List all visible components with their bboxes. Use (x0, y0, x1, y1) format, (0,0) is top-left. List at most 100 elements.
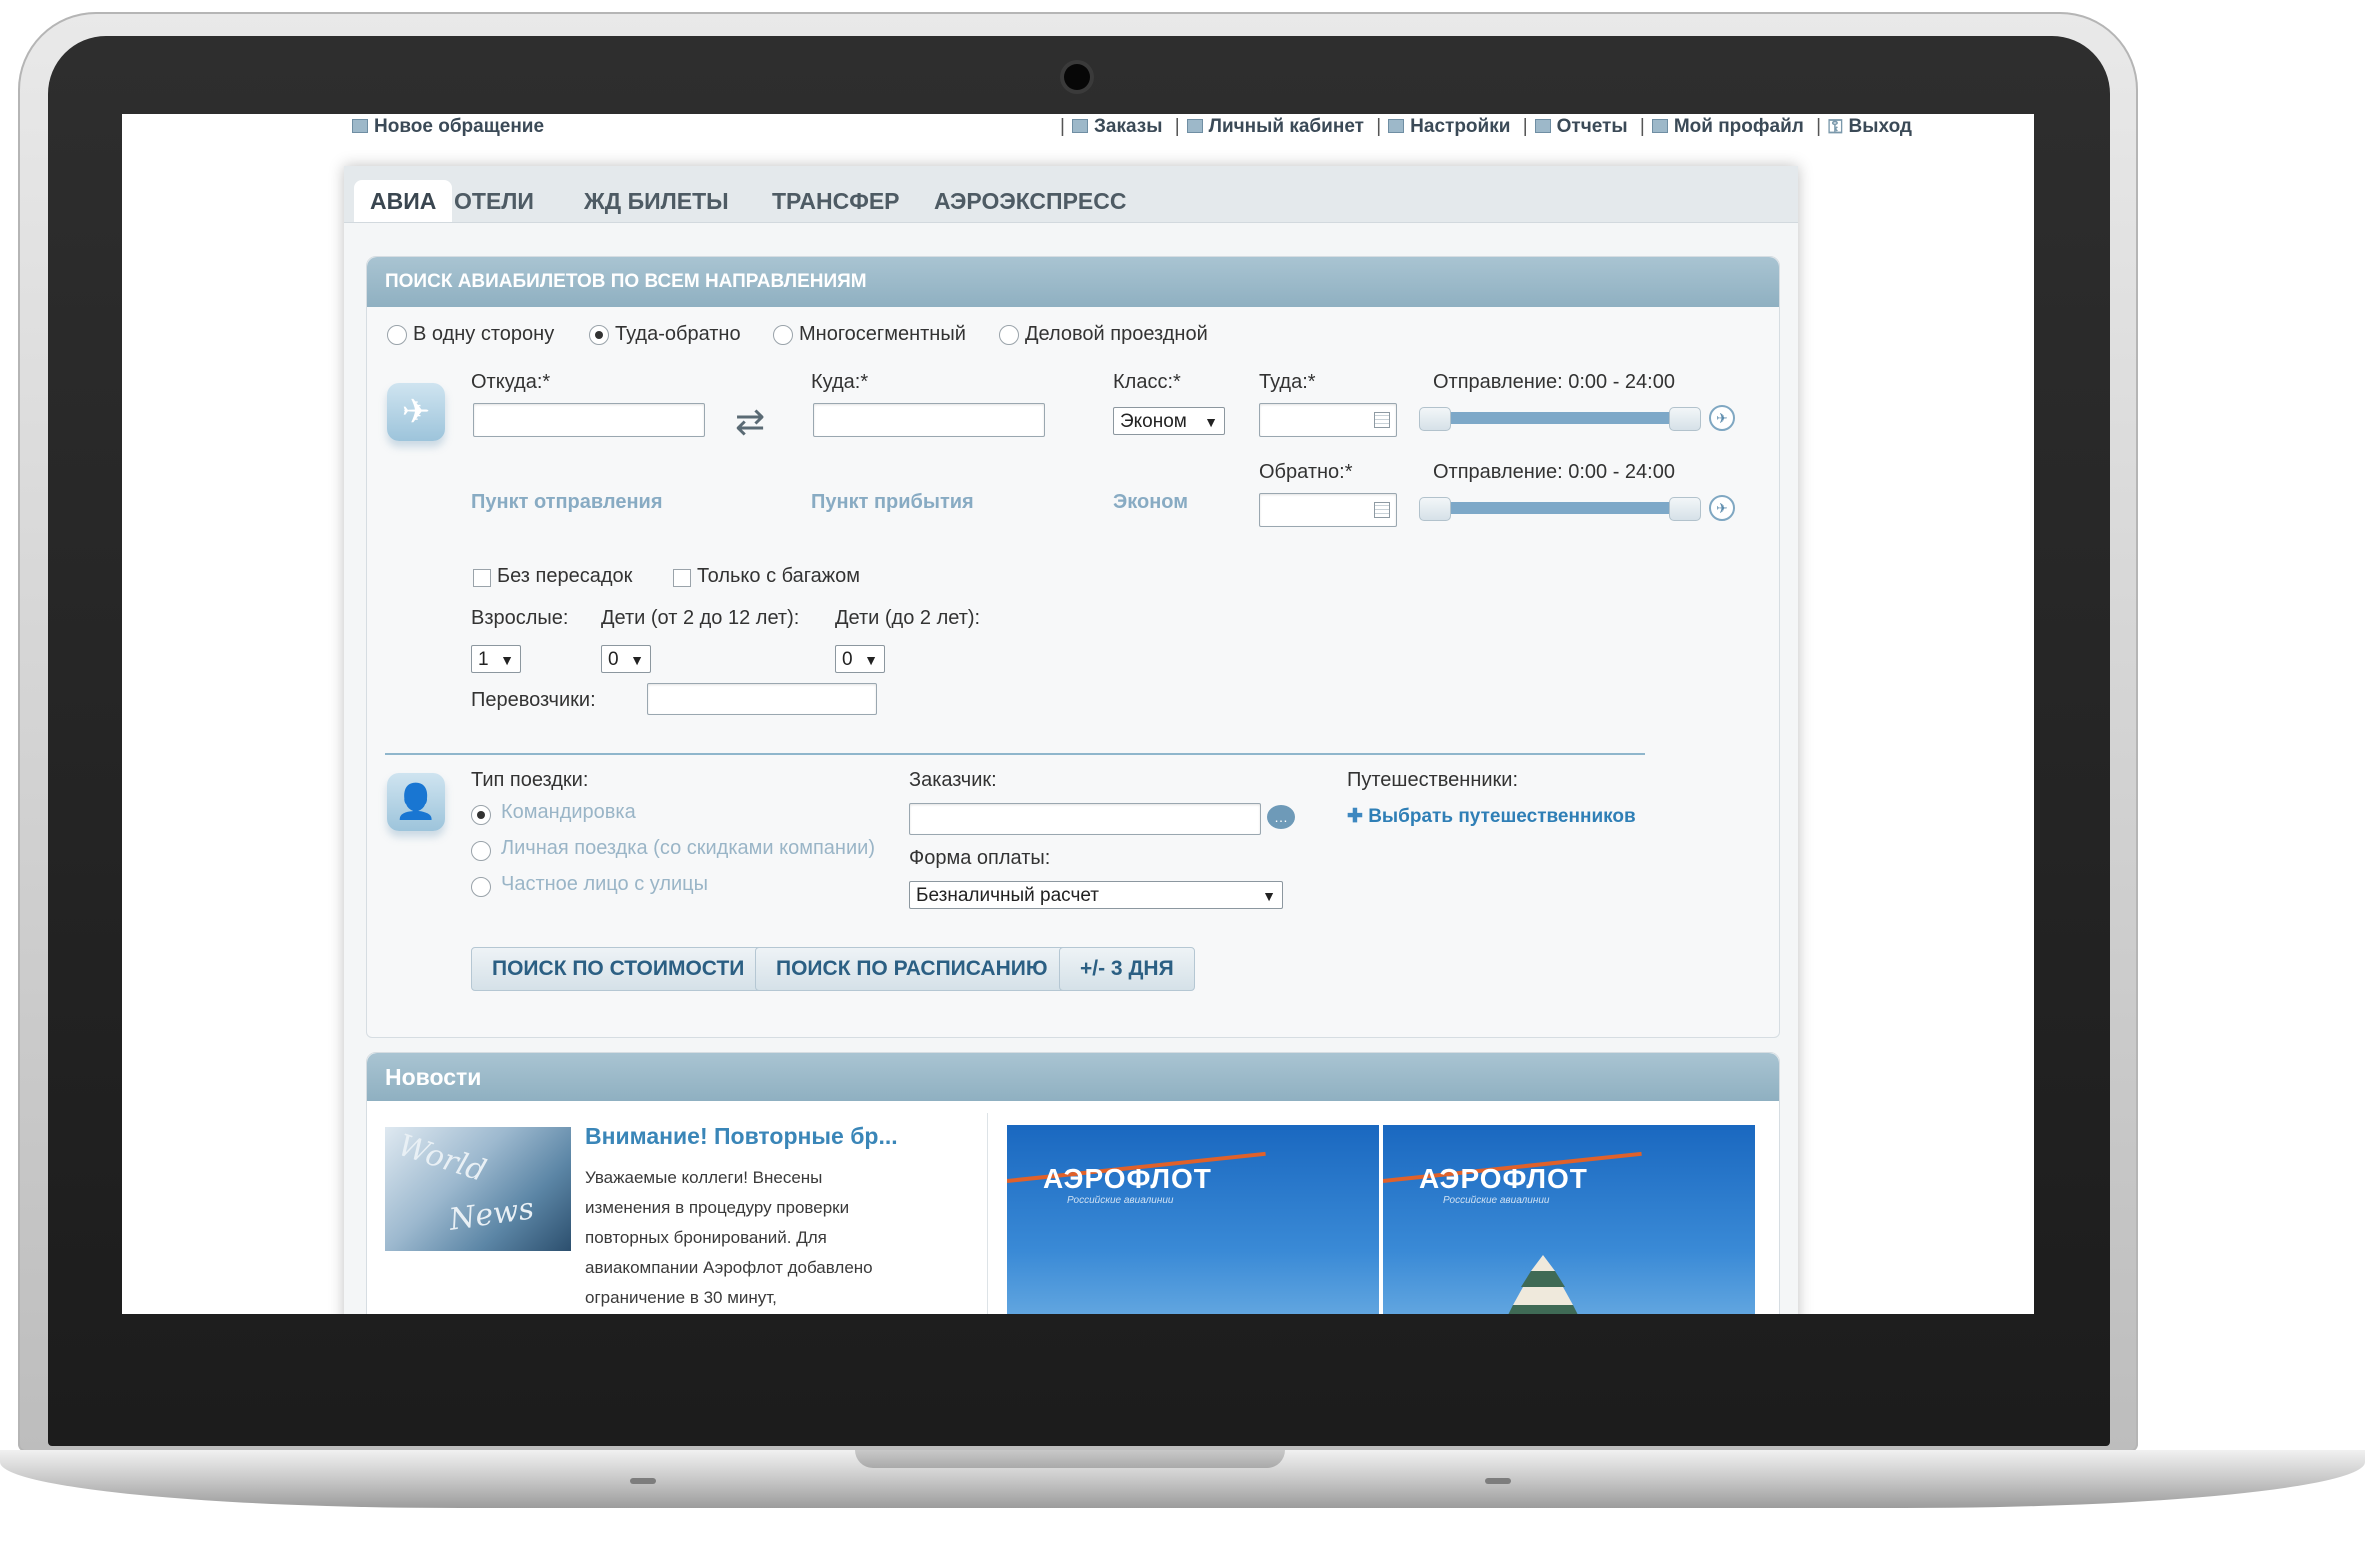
chevron-down-icon: ▼ (630, 652, 644, 668)
settings-link[interactable]: Настройки (1388, 116, 1510, 137)
to-input[interactable] (813, 403, 1045, 437)
baggage-label: Только с багажом (697, 565, 860, 587)
chat-bubble-icon[interactable]: … (1267, 805, 1295, 829)
radio-personal-trip[interactable] (471, 841, 491, 861)
takeoff-icon: ✈ (1709, 495, 1735, 521)
children-label: Дети (от 2 до 12 лет): (601, 607, 800, 629)
baggage-checkbox[interactable] (673, 569, 691, 587)
calendar-icon[interactable] (1374, 502, 1390, 518)
flight-search-panel: ПОИСК АВИАБИЛЕТОВ ПО ВСЕМ НАПРАВЛЕНИЯМ В… (366, 256, 1780, 1038)
laptop-hinge-notch (855, 1450, 1285, 1468)
cabinet-icon (1186, 119, 1203, 133)
return-time-label: Отправление: 0:00 - 24:00 (1433, 461, 1675, 483)
orders-link[interactable]: Заказы (1071, 116, 1162, 137)
swap-icon[interactable]: ⇄ (735, 401, 765, 443)
tab-aeroexpress[interactable]: АЭРОЭКСПРЕСС (918, 180, 1142, 222)
radio-multi-segment[interactable] (773, 325, 793, 345)
main-card: АВИА ОТЕЛИ ЖД БИЛЕТЫ ТРАНСФЕР АЭРОЭКСПРЕ… (344, 166, 1798, 1314)
new-request-link[interactable]: Новое обращение (352, 116, 544, 138)
depart-time-label: Отправление: 0:00 - 24:00 (1433, 371, 1675, 393)
label-private-person: Частное лицо с улицы (501, 873, 709, 895)
aeroflot-banner[interactable]: АЭРОФЛОТ Российские авиалинии (1007, 1125, 1379, 1314)
reports-link[interactable]: Отчеты (1534, 116, 1628, 137)
chevron-down-icon: ▼ (1204, 414, 1218, 430)
laptop-foot (630, 1478, 656, 1484)
nonstop-label: Без пересадок (497, 565, 633, 587)
label-business-pass: Деловой проездной (1025, 323, 1208, 345)
news-item-title[interactable]: Внимание! Повторные бр... (585, 1123, 898, 1150)
nonstop-checkbox[interactable] (473, 569, 491, 587)
from-input[interactable] (473, 403, 705, 437)
search-by-schedule-button[interactable]: ПОИСК ПО РАСПИСАНИЮ (755, 947, 1069, 991)
slider-handle-end[interactable] (1669, 497, 1701, 521)
depart-date-label: Туда:* (1259, 371, 1316, 393)
class-label: Класс:* (1113, 371, 1181, 393)
infants-select[interactable]: 0 ▼ (835, 645, 885, 673)
news-separator (987, 1113, 988, 1314)
travelers-label: Путешественники: (1347, 769, 1519, 791)
depart-date-input[interactable] (1259, 403, 1397, 437)
infants-label: Дети (до 2 лет): (835, 607, 981, 629)
search-by-price-button[interactable]: ПОИСК ПО СТОИМОСТИ (471, 947, 766, 991)
carriers-input[interactable] (647, 683, 877, 715)
label-multi-segment: Многосегментный (799, 323, 966, 345)
return-time-slider[interactable] (1419, 497, 1701, 521)
class-select[interactable]: Эконом ▼ (1113, 407, 1225, 435)
slider-handle-end[interactable] (1669, 407, 1701, 431)
calendar-icon[interactable] (1374, 412, 1390, 428)
key-icon: ⚿ (1828, 117, 1843, 138)
news-thumbnail[interactable]: World News (385, 1127, 571, 1251)
depart-time-slider[interactable] (1419, 407, 1701, 431)
adults-select[interactable]: 1 ▼ (471, 645, 521, 673)
payment-select[interactable]: Безналичный расчет ▼ (909, 881, 1283, 909)
label-personal-trip: Личная поездка (со скидками компании) (501, 837, 875, 859)
label-business-trip: Командировка (501, 801, 636, 823)
chevron-down-icon: ▼ (500, 652, 514, 668)
radio-one-way[interactable] (387, 325, 407, 345)
tab-rail[interactable]: ЖД БИЛЕТЫ (568, 180, 745, 222)
section-divider (385, 753, 1645, 755)
from-label: Откуда:* (471, 371, 551, 393)
tab-transfer[interactable]: ТРАНСФЕР (756, 180, 916, 222)
radio-private-person[interactable] (471, 877, 491, 897)
cabinet-link[interactable]: Личный кабинет (1186, 116, 1364, 137)
class-hint: Эконом (1113, 491, 1189, 513)
top-links: | Заказы | Личный кабинет | Настройки | Отче… (1060, 116, 1912, 138)
news-title: Новости (367, 1053, 1779, 1101)
profile-link[interactable]: Мой профайл (1651, 116, 1804, 137)
laptop-foot (1485, 1478, 1511, 1484)
new-request-icon (352, 119, 368, 133)
castle-image (1508, 1255, 1578, 1314)
children-select[interactable]: 0 ▼ (601, 645, 651, 673)
chevron-down-icon: ▼ (1262, 888, 1276, 904)
orders-icon (1071, 119, 1088, 133)
plane-icon: ✈ (387, 383, 445, 441)
radio-business-trip[interactable] (471, 805, 491, 825)
return-date-label: Обратно:* (1259, 461, 1353, 483)
logout-link[interactable]: ⚿ Выход (1828, 116, 1912, 138)
adults-label: Взрослые: (471, 607, 569, 629)
radio-round-trip[interactable] (589, 325, 609, 345)
payment-label: Форма оплаты: (909, 847, 1051, 869)
chevron-down-icon: ▼ (864, 652, 878, 668)
return-date-input[interactable] (1259, 493, 1397, 527)
slider-handle-start[interactable] (1419, 497, 1451, 521)
customer-input[interactable] (909, 803, 1261, 835)
top-bar: Новое обращение | Заказы | Личный кабинет … (352, 114, 1912, 148)
aeroflot-banner[interactable]: АЭРОФЛОТ Российские авиалинии (1383, 1125, 1755, 1314)
aeroflot-logo: АЭРОФЛОТ (1043, 1163, 1212, 1194)
radio-business-pass[interactable] (999, 325, 1019, 345)
plus-icon: ✚ (1347, 806, 1369, 827)
choose-travelers-link[interactable]: ✚ Выбрать путешественников (1347, 805, 1636, 828)
tab-hotels[interactable]: ОТЕЛИ (438, 180, 550, 222)
label-round-trip: Туда-обратно (615, 323, 741, 345)
takeoff-icon: ✈ (1709, 405, 1735, 431)
from-hint: Пункт отправления (471, 491, 663, 513)
slider-handle-start[interactable] (1419, 407, 1451, 431)
label-one-way: В одну сторону (413, 323, 555, 345)
person-icon: 👤 (387, 773, 445, 831)
search-panel-title: ПОИСК АВИАБИЛЕТОВ ПО ВСЕМ НАПРАВЛЕНИЯМ (367, 257, 1779, 307)
news-item-text: Уважаемые коллеги! Внесены изменения в п… (585, 1168, 873, 1307)
reports-icon (1534, 119, 1551, 133)
plus-minus-3-days-button[interactable]: +/- 3 ДНЯ (1059, 947, 1195, 991)
